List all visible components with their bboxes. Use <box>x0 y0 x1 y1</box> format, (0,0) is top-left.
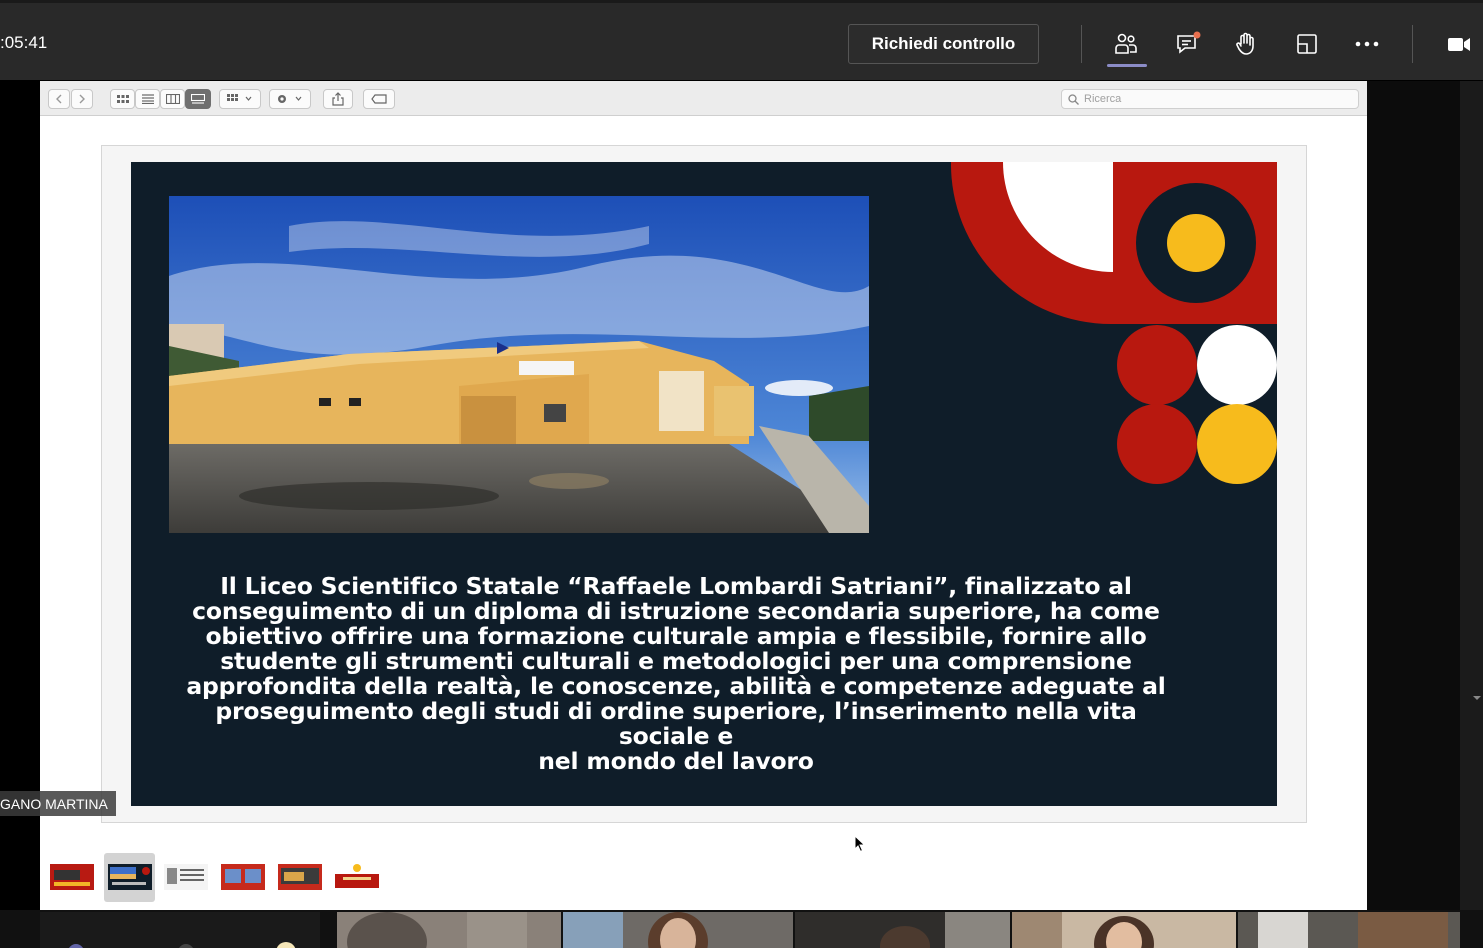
gear-icon <box>278 95 302 103</box>
search-icon <box>1068 93 1079 105</box>
gallery-icon <box>191 94 205 104</box>
slide-text-line: conseguimento di un diploma di istruzion… <box>192 597 1160 625</box>
finder-toolbar: Ricerca <box>40 81 1367 116</box>
action-menu-button[interactable] <box>269 89 311 109</box>
toolbar-divider <box>1081 25 1082 63</box>
participant-video-1[interactable] <box>337 912 561 948</box>
thumbnail-strip <box>40 853 400 903</box>
thumbnail-3[interactable] <box>164 864 208 890</box>
grid-icon <box>116 95 129 103</box>
presenter-name-tag: GANO MARTINA <box>0 791 116 816</box>
shared-screen: Ricerca Il Liceo Scientifico Statale “Ra… <box>40 81 1367 910</box>
thumbnail-1[interactable] <box>50 864 94 890</box>
slide-text-line: Il Liceo Scientifico Statale “Raffaele L… <box>220 572 1132 600</box>
scrollbar[interactable] <box>1460 81 1483 910</box>
raise-hand-icon[interactable] <box>1231 29 1261 59</box>
participant-video-4[interactable] <box>1012 912 1236 948</box>
forward-button[interactable] <box>71 89 93 109</box>
search-placeholder: Ricerca <box>1084 93 1122 105</box>
slide-text-line: approfondita della realtà, le conoscenze… <box>186 672 1166 700</box>
chevron-left-icon <box>56 94 62 104</box>
thumbnail-5[interactable] <box>278 864 322 890</box>
participant-avatars[interactable] <box>40 912 320 948</box>
search-field[interactable]: Ricerca <box>1061 89 1359 109</box>
tags-button[interactable] <box>363 89 395 109</box>
slide-text-line: studente gli strumenti culturali e metod… <box>220 647 1132 675</box>
school-building-photo <box>169 196 869 533</box>
group-by-button[interactable] <box>219 89 261 109</box>
gallery-view-button[interactable] <box>185 89 211 109</box>
more-icon[interactable] <box>1352 29 1382 59</box>
columns-icon <box>165 94 180 104</box>
share-button[interactable] <box>323 89 353 109</box>
thumbnail-2[interactable] <box>108 864 152 890</box>
back-button[interactable] <box>48 89 70 109</box>
list-view-button[interactable] <box>135 89 160 109</box>
slide: Il Liceo Scientifico Statale “Raffaele L… <box>131 162 1277 806</box>
chevron-right-icon <box>79 94 85 104</box>
meeting-timer: :05:41 <box>0 33 48 52</box>
participant-video-strip <box>0 910 1483 948</box>
icon-view-button[interactable] <box>110 89 135 109</box>
slide-text-line: nel mondo del lavoro <box>538 747 814 775</box>
participants-icon[interactable] <box>1111 29 1141 59</box>
chat-icon[interactable] <box>1173 29 1203 59</box>
thumbnail-6[interactable] <box>335 864 379 890</box>
participant-video-2[interactable] <box>563 912 793 948</box>
participant-video-3[interactable] <box>795 912 1010 948</box>
toolbar-divider <box>1412 25 1413 63</box>
request-control-button[interactable]: Richiedi controllo <box>848 24 1039 64</box>
thumbnail-4[interactable] <box>221 864 265 890</box>
mouse-cursor-icon <box>854 834 866 858</box>
participant-video-5[interactable] <box>1238 912 1460 948</box>
group-icon <box>227 94 252 101</box>
share-tray-icon[interactable] <box>1292 29 1322 59</box>
meeting-toolbar: :05:41 Richiedi controllo <box>0 0 1483 80</box>
slide-body-text: Il Liceo Scientifico Statale “Raffaele L… <box>171 574 1181 774</box>
list-icon <box>141 94 154 104</box>
slide-text-line: obiettivo offrire una formazione cultura… <box>205 622 1147 650</box>
decorative-circles <box>950 162 1277 492</box>
tag-icon <box>371 94 387 104</box>
slide-text-line: proseguimento degli studi di ordine supe… <box>215 697 1137 750</box>
column-view-button[interactable] <box>160 89 185 109</box>
share-icon <box>332 92 344 106</box>
slide-preview-frame: Il Liceo Scientifico Statale “Raffaele L… <box>101 145 1307 823</box>
camera-icon[interactable] <box>1444 29 1474 59</box>
active-tab-indicator <box>1107 64 1147 67</box>
